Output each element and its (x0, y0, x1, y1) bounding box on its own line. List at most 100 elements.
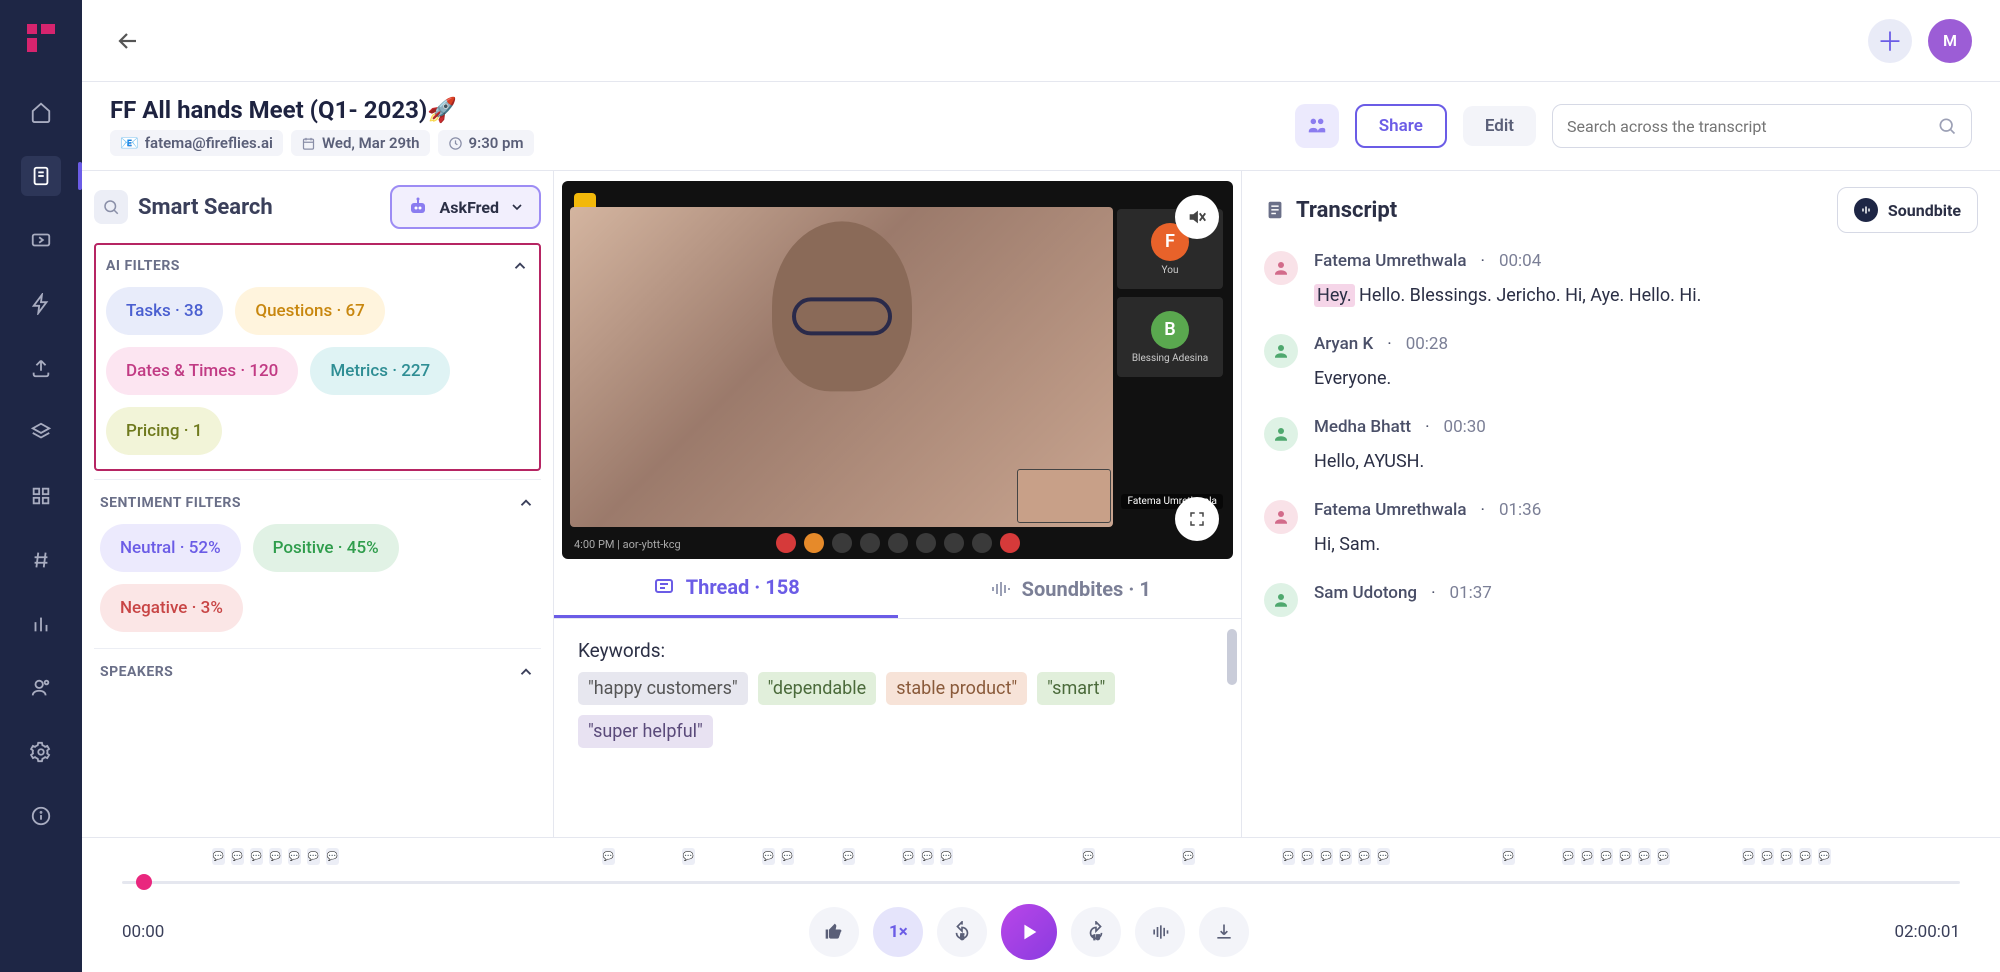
meeting-time: 9:30 pm (469, 134, 524, 152)
audio-player: 💬💬💬💬💬💬💬 💬 💬 💬💬 💬 💬💬💬 💬 💬 💬💬💬💬💬💬 💬 💬💬💬💬💬💬… (82, 837, 2000, 972)
thread-body: Keywords: "happy customers" "dependable … (554, 619, 1241, 768)
download-button[interactable] (1199, 907, 1249, 957)
meeting-title: FF All hands Meet (Q1- 2023)🚀 (110, 96, 1279, 124)
tab-thread[interactable]: Thread · 158 (554, 559, 898, 618)
transcript-text: Hi, Sam. (1314, 534, 1978, 555)
nav-info[interactable] (21, 796, 61, 836)
edit-button[interactable]: Edit (1463, 106, 1536, 146)
filter-neutral[interactable]: Neutral · 52% (100, 524, 241, 572)
logo (23, 20, 59, 56)
topbar: ＋ M (82, 0, 2000, 82)
transcript-panel: Transcript Soundbite Fatema Umrethwala ·… (1242, 171, 2000, 837)
svg-text:5: 5 (960, 932, 964, 941)
transcript-list[interactable]: Fatema Umrethwala · 00:04 Hey. Hello. Bl… (1264, 251, 1978, 821)
filter-pricing[interactable]: Pricing · 1 (106, 407, 222, 455)
transcript-item-3[interactable]: Fatema Umrethwala · 01:36 Hi, Sam. (1264, 500, 1978, 555)
timestamp: 00:28 (1406, 334, 1448, 354)
sentiment-section: SENTIMENT FILTERS Neutral · 52% Positive… (94, 479, 541, 648)
avatar-icon (1264, 583, 1298, 617)
soundbites-icon (988, 577, 1012, 601)
thread-scrollbar[interactable] (1227, 629, 1237, 685)
keyword-0[interactable]: "happy customers" (578, 672, 748, 705)
participants-button[interactable] (1295, 104, 1339, 148)
back-button[interactable] (110, 23, 146, 59)
filter-dates-times[interactable]: Dates & Times · 120 (106, 347, 298, 395)
create-soundbite-button[interactable]: Soundbite (1837, 187, 1978, 233)
meeting-time-chip: 9:30 pm (438, 130, 534, 156)
forward-button[interactable]: 15 (1071, 907, 1121, 957)
nav-bolt[interactable] (21, 284, 61, 324)
transcript-icon (1264, 199, 1286, 221)
filter-metrics[interactable]: Metrics · 227 (310, 347, 450, 395)
filter-questions[interactable]: Questions · 67 (235, 287, 384, 335)
nav-contacts[interactable] (21, 668, 61, 708)
nav-apps[interactable] (21, 476, 61, 516)
time-current: 00:00 (122, 922, 164, 942)
video-fullscreen-icon[interactable] (1175, 497, 1219, 541)
video-time-code: 4:00 PM | aor-ybtt-kcg (574, 538, 681, 551)
keyword-1[interactable]: "dependable (758, 672, 877, 705)
nav-notes[interactable] (21, 156, 61, 196)
nav-settings[interactable] (21, 732, 61, 772)
bot-icon (406, 195, 430, 219)
transcript-text: Hey. Hello. Blessings. Jericho. Hi, Aye.… (1314, 285, 1978, 306)
avatar-icon (1264, 334, 1298, 368)
keyword-3[interactable]: "smart" (1037, 672, 1115, 705)
timestamp: 00:30 (1444, 417, 1486, 437)
play-button[interactable] (1001, 904, 1057, 960)
playhead[interactable] (136, 874, 152, 890)
center-panel: FYou BBlessing Adesina Fatema Umrethwala… (554, 171, 1242, 837)
nav-video[interactable] (21, 220, 61, 260)
nav-layers[interactable] (21, 412, 61, 452)
transcript-text: Everyone. (1314, 368, 1978, 389)
waveform-button[interactable] (1135, 907, 1185, 957)
collapse-ai-filters[interactable] (511, 257, 529, 275)
smart-search-title: Smart Search (94, 190, 273, 224)
tab-soundbites[interactable]: Soundbites · 1 (898, 559, 1242, 618)
transcript-item-1[interactable]: Aryan K · 00:28 Everyone. (1264, 334, 1978, 389)
share-button[interactable]: Share (1355, 104, 1447, 148)
time-total: 02:00:01 (1894, 922, 1960, 942)
filter-positive[interactable]: Positive · 45% (253, 524, 399, 572)
meeting-email-chip[interactable]: 📧 fatema@fireflies.ai (110, 130, 283, 156)
like-button[interactable] (809, 907, 859, 957)
keyword-4[interactable]: "super helpful" (578, 715, 713, 748)
soundbite-badge-icon (1854, 198, 1878, 222)
transcript-item-0[interactable]: Fatema Umrethwala · 00:04 Hey. Hello. Bl… (1264, 251, 1978, 306)
timestamp: 01:37 (1450, 583, 1492, 603)
transcript-search[interactable] (1552, 104, 1972, 148)
nav-analytics[interactable] (21, 604, 61, 644)
video-player[interactable]: FYou BBlessing Adesina Fatema Umrethwala… (562, 181, 1233, 559)
speaker-name: Aryan K (1314, 334, 1373, 354)
askfred-button[interactable]: AskFred (390, 185, 541, 229)
collapse-sentiment[interactable] (517, 494, 535, 512)
sentiment-title: SENTIMENT FILTERS (100, 495, 241, 511)
nav-home[interactable] (21, 92, 61, 132)
avatar-icon (1264, 417, 1298, 451)
timestamp: 01:36 (1499, 500, 1541, 520)
transcript-item-2[interactable]: Medha Bhatt · 00:30 Hello, AYUSH. (1264, 417, 1978, 472)
rewind-button[interactable]: 5 (937, 907, 987, 957)
video-thumb-1[interactable]: BBlessing Adesina (1117, 297, 1223, 377)
timeline[interactable]: 💬💬💬💬💬💬💬 💬 💬 💬💬 💬 💬💬💬 💬 💬 💬💬💬💬💬💬 💬 💬💬💬💬💬💬… (82, 838, 2000, 892)
svg-text:15: 15 (1093, 933, 1101, 941)
video-mute-icon[interactable] (1175, 195, 1219, 239)
transcript-search-input[interactable] (1567, 117, 1937, 136)
add-button[interactable]: ＋ (1868, 19, 1912, 63)
transcript-item-4[interactable]: Sam Udotong · 01:37 (1264, 583, 1978, 617)
user-avatar[interactable]: M (1928, 19, 1972, 63)
speaker-name: Fatema Umrethwala (1314, 500, 1467, 520)
keyword-2[interactable]: stable product" (886, 672, 1027, 705)
nav-hash[interactable] (21, 540, 61, 580)
main: ＋ M FF All hands Meet (Q1- 2023)🚀 📧 fate… (82, 0, 2000, 972)
search-zoom-icon (94, 190, 128, 224)
thread-icon (652, 575, 676, 599)
askfred-label: AskFred (440, 198, 499, 217)
transcript-title: Transcript (1264, 198, 1397, 223)
speed-button[interactable]: 1× (873, 907, 923, 957)
ai-filters-section: AI FILTERS Tasks · 38 Questions · 67 Dat… (94, 243, 541, 471)
collapse-speakers[interactable] (517, 663, 535, 681)
filter-negative[interactable]: Negative · 3% (100, 584, 243, 632)
nav-upload[interactable] (21, 348, 61, 388)
filter-tasks[interactable]: Tasks · 38 (106, 287, 223, 335)
